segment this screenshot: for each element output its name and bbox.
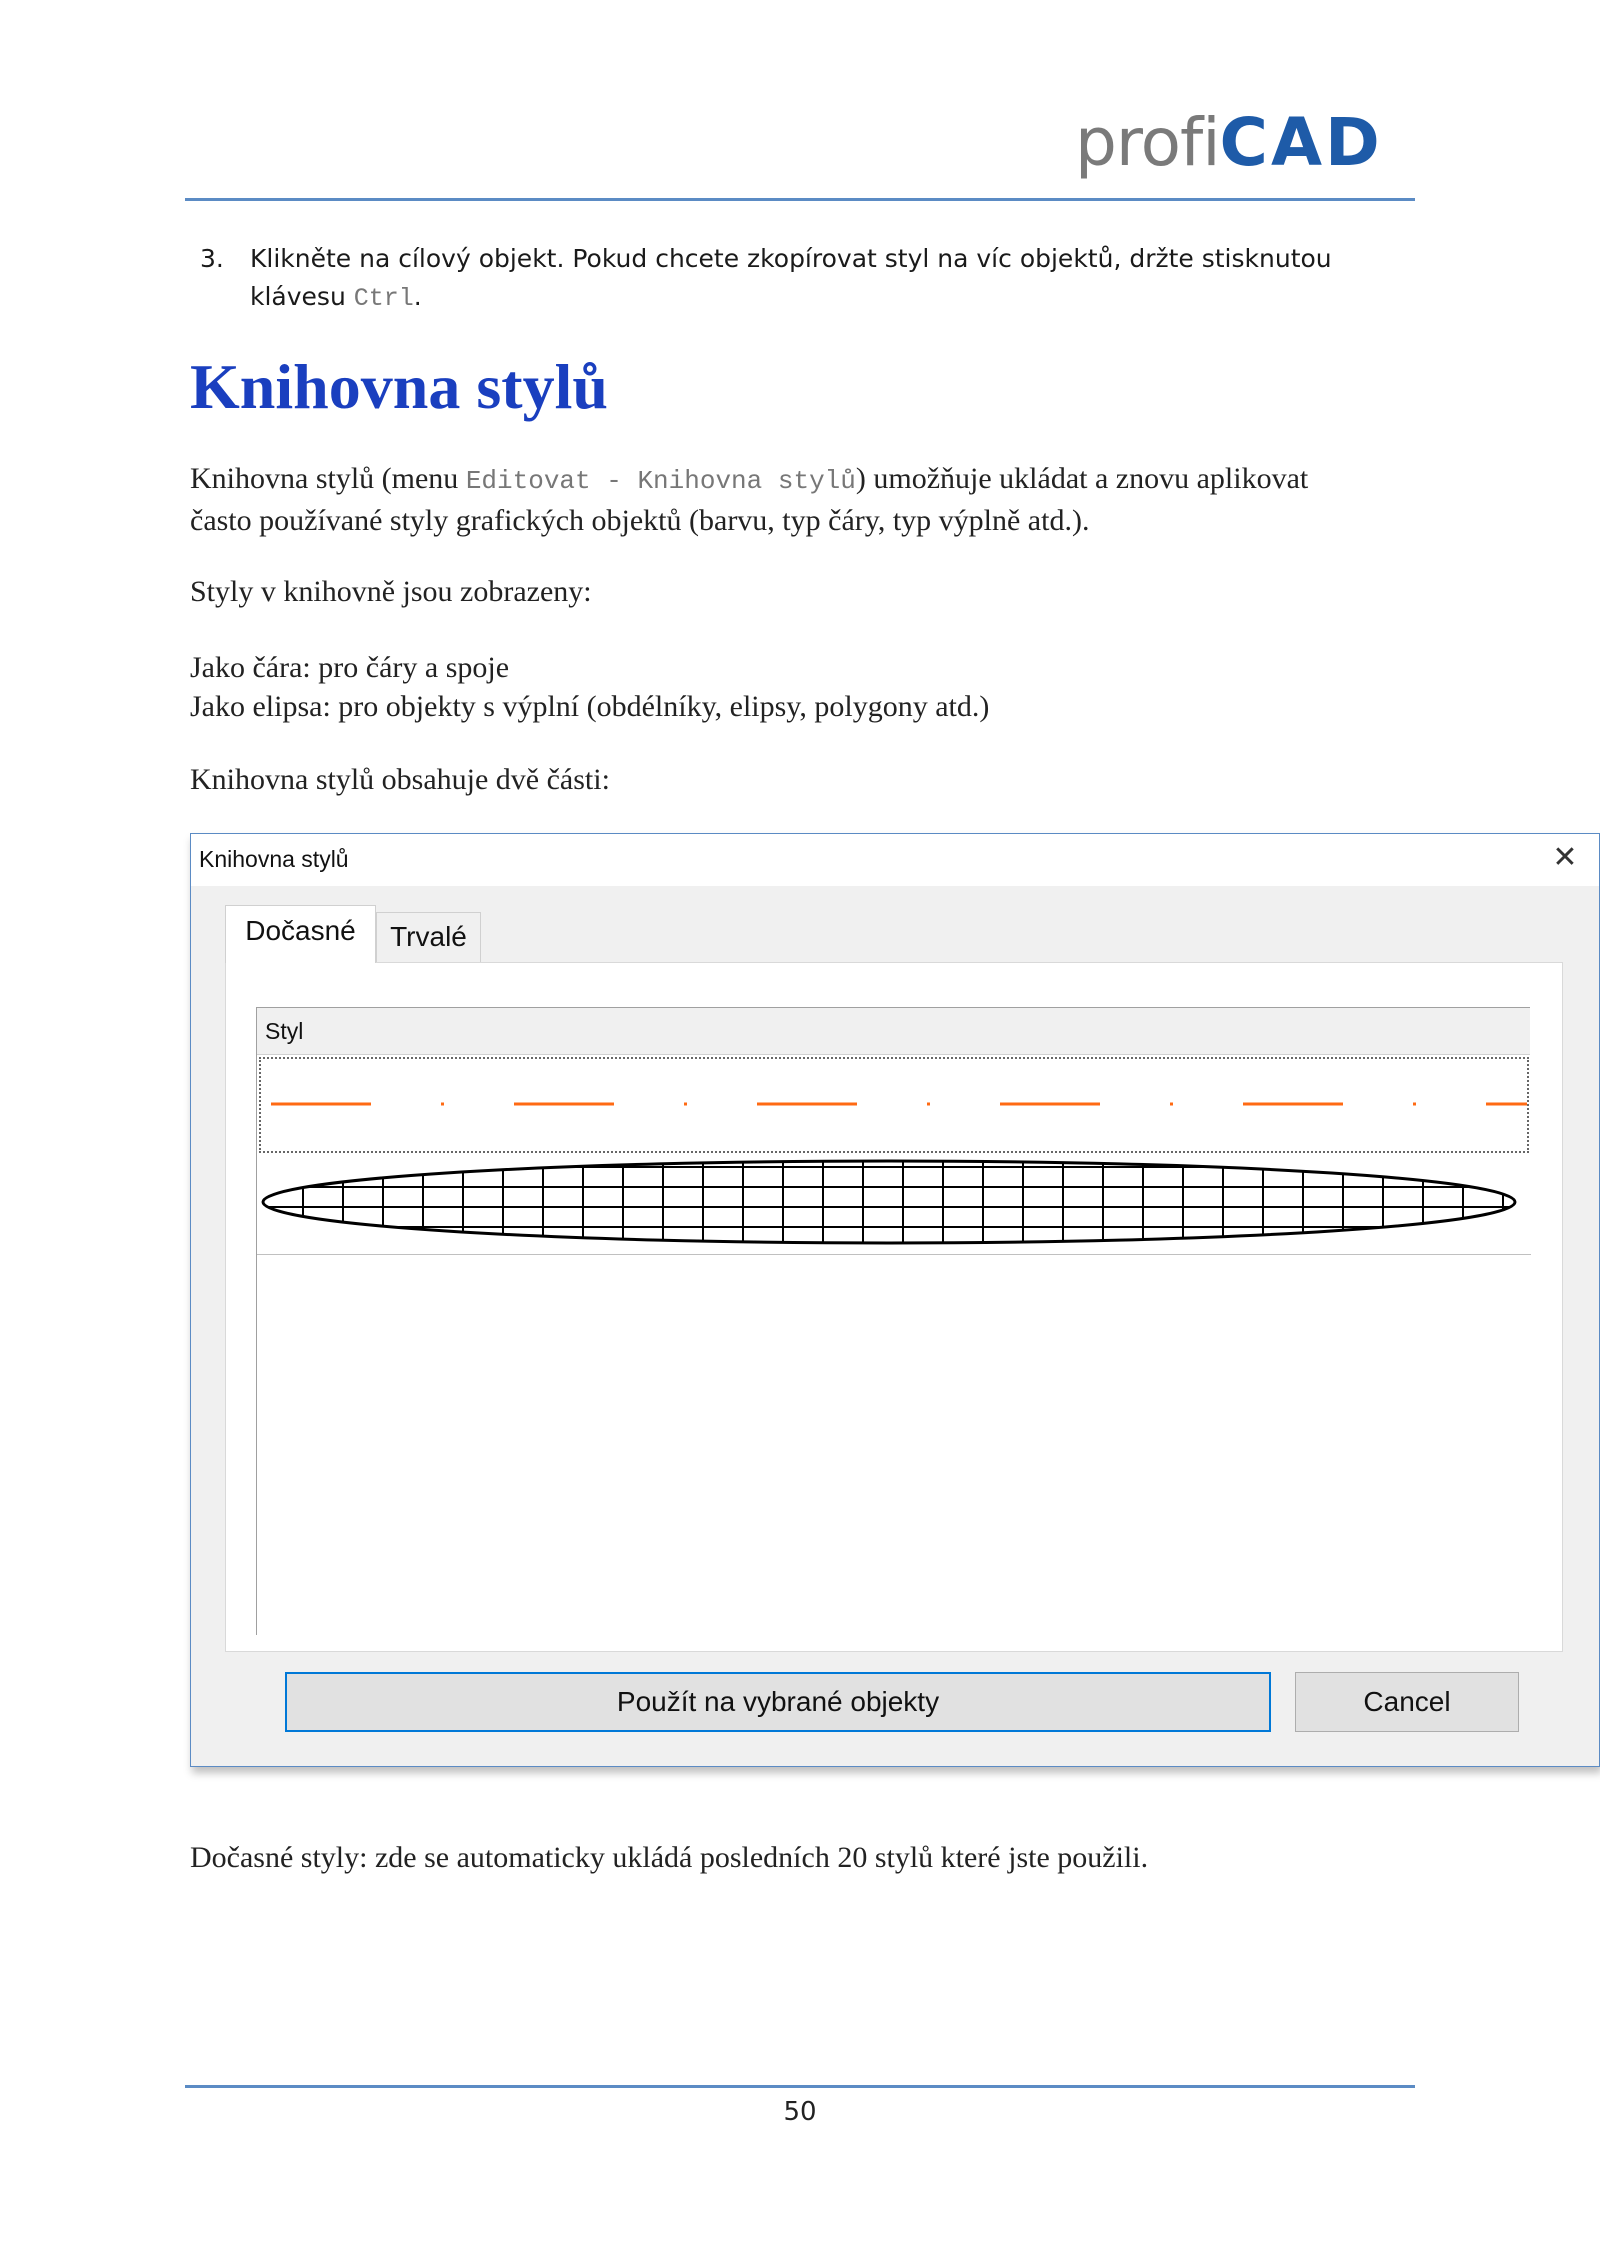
logo-cad-text: CAD	[1219, 104, 1383, 181]
dash-dot-line-preview	[271, 1102, 1527, 1106]
style-row-ellipse[interactable]	[257, 1155, 1531, 1255]
menu-path: Editovat - Knihovna stylů	[465, 466, 856, 496]
intro-before: Knihovna stylů (menu	[190, 462, 466, 495]
page-number: 50	[783, 2097, 817, 2127]
apply-to-selected-button[interactable]: Použít na vybrané objekty	[285, 1672, 1271, 1732]
style-row-line[interactable]	[259, 1057, 1529, 1153]
dialog-titlebar: Knihovna stylů ✕	[191, 834, 1599, 886]
step-text-after: .	[413, 282, 422, 311]
tab-panel: Styl	[225, 962, 1563, 1652]
style-library-dialog: Knihovna stylů ✕ Dočasné Trvalé Styl Pou…	[190, 833, 1600, 1767]
intro-after: ) umožňuje ukládat a znovu aplikovat	[855, 462, 1309, 495]
section-heading: Knihovna stylů	[190, 351, 608, 422]
hatched-ellipse-preview	[261, 1159, 1517, 1245]
close-icon[interactable]: ✕	[1545, 838, 1585, 878]
column-header-styl: Styl	[265, 1018, 304, 1044]
tab-trvale[interactable]: Trvalé	[376, 912, 481, 962]
temporary-styles-note: Dočasné styly: zde se automaticky ukládá…	[190, 1841, 1149, 1874]
step-text: Klikněte na cílový objekt. Pokud chcete …	[250, 240, 1410, 318]
dialog-title: Knihovna stylů	[199, 846, 349, 872]
display-item-line: Jako čára: pro čáry a spoje	[190, 651, 510, 684]
display-label: Styly v knihovně jsou zobrazeny:	[190, 575, 592, 608]
cancel-button[interactable]: Cancel	[1295, 1672, 1519, 1732]
footer-rule	[185, 2085, 1415, 2088]
intro-paragraph: Knihovna stylů (menu Editovat - Knihovna…	[190, 459, 1410, 540]
parts-label: Knihovna stylů obsahuje dvě části:	[190, 763, 610, 796]
list-column-header[interactable]: Styl	[257, 1007, 1530, 1055]
proficad-logo: profiCAD	[1075, 108, 1405, 178]
style-list[interactable]: Styl	[256, 1007, 1531, 1635]
step-number: 3.	[200, 244, 224, 273]
header-rule	[185, 198, 1415, 201]
logo-profi-text: profi	[1075, 104, 1221, 181]
tab-docasne[interactable]: Dočasné	[225, 905, 376, 963]
intro-line2: často používané styly grafických objektů…	[190, 504, 1090, 537]
key-ctrl: Ctrl	[353, 284, 414, 313]
display-item-ellipse: Jako elipsa: pro objekty s výplní (obdél…	[190, 690, 990, 723]
